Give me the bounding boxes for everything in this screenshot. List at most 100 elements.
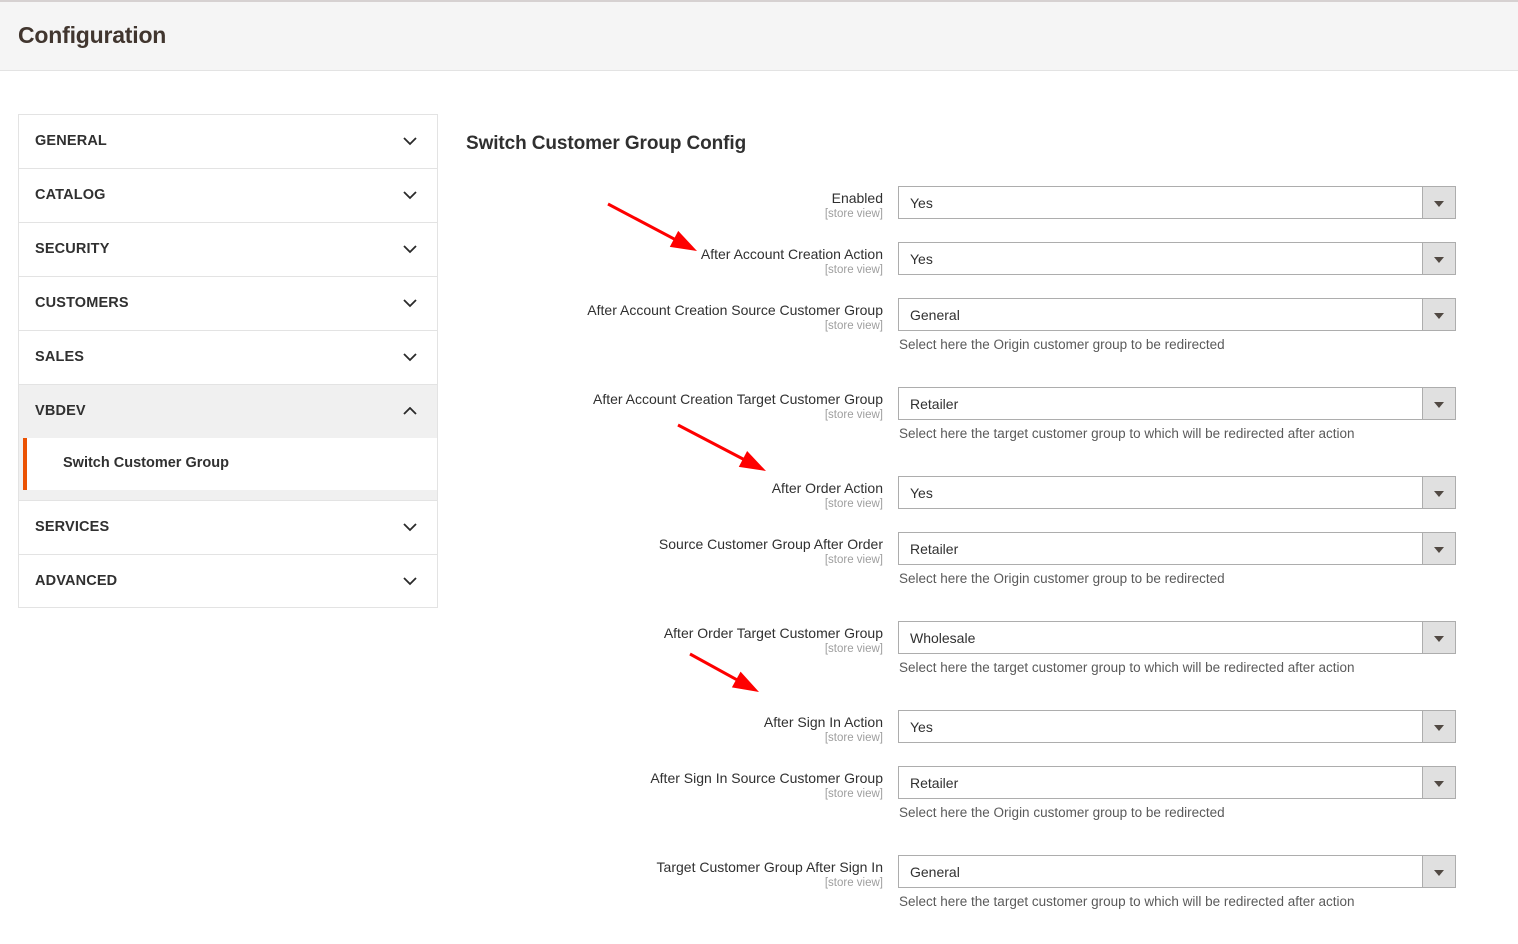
sidebar-section-sales[interactable]: SALES <box>18 330 438 384</box>
triangle-down-glyph <box>1434 725 1444 731</box>
field-label: After Account Creation Action <box>466 242 883 263</box>
field-hint: Select here the target customer group to… <box>899 893 1355 911</box>
select-value: Yes <box>910 250 933 268</box>
sidebar-section-security[interactable]: SECURITY <box>18 222 438 276</box>
field-label: After Sign In Source Customer Group <box>466 766 883 787</box>
field-label-block: After Order Target Customer Group[store … <box>466 621 883 657</box>
field-hint: Select here the target customer group to… <box>899 659 1355 677</box>
sidebar-section-general[interactable]: GENERAL <box>18 114 438 168</box>
field-label: Target Customer Group After Sign In <box>466 855 883 876</box>
field-row-after-order-action: After Order Action[store view] Yes <box>466 476 1476 524</box>
sidebar-subitems-vbdev: Switch Customer Group <box>18 438 438 500</box>
select-after-account-creation-action[interactable]: Yes <box>898 242 1456 275</box>
dropdown-arrow-icon[interactable] <box>1422 767 1455 798</box>
chevron-down-icon <box>403 299 417 308</box>
field-label: After Account Creation Source Customer G… <box>466 298 883 319</box>
sidebar-section-customers[interactable]: CUSTOMERS <box>18 276 438 330</box>
select-after-account-creation-source-customer-group[interactable]: General <box>898 298 1456 331</box>
field-label-block: After Sign In Action[store view] <box>466 710 883 746</box>
dropdown-arrow-icon[interactable] <box>1422 856 1455 887</box>
sidebar-item-switch-customer-group[interactable]: Switch Customer Group <box>23 438 437 490</box>
field-scope-label: [store view] <box>466 553 883 568</box>
field-row-after-sign-in-source-customer-group: After Sign In Source Customer Group[stor… <box>466 766 1476 847</box>
chevron-down-icon <box>403 137 417 146</box>
dropdown-arrow-icon[interactable] <box>1422 187 1455 218</box>
field-scope-label: [store view] <box>466 263 883 278</box>
field-row-after-account-creation-action: After Account Creation Action[store view… <box>466 242 1476 290</box>
dropdown-arrow-icon[interactable] <box>1422 533 1455 564</box>
select-after-account-creation-target-customer-group[interactable]: Retailer <box>898 387 1456 420</box>
chevron-down-icon <box>403 523 417 532</box>
chevron-up-icon <box>403 407 417 416</box>
sidebar-section-advanced[interactable]: ADVANCED <box>18 554 438 608</box>
triangle-down-glyph <box>1434 313 1444 319</box>
field-label-block: After Account Creation Target Customer G… <box>466 387 883 423</box>
dropdown-arrow-icon[interactable] <box>1422 622 1455 653</box>
field-label: After Order Action <box>466 476 883 497</box>
select-value: Yes <box>910 484 933 502</box>
sidebar-section-label: CATALOG <box>35 187 106 203</box>
triangle-down-glyph <box>1434 781 1444 787</box>
select-enabled[interactable]: Yes <box>898 186 1456 219</box>
field-scope-label: [store view] <box>466 876 883 891</box>
field-label-block: After Sign In Source Customer Group[stor… <box>466 766 883 802</box>
field-scope-label: [store view] <box>466 408 883 423</box>
field-row-enabled: Enabled[store view]Yes <box>466 186 1476 234</box>
field-label-block: Source Customer Group After Order[store … <box>466 532 883 568</box>
dropdown-arrow-icon[interactable] <box>1422 388 1455 419</box>
triangle-down-glyph <box>1434 491 1444 497</box>
sidebar-section-label: GENERAL <box>35 133 107 149</box>
chevron-down-icon <box>403 353 417 362</box>
select-value: General <box>910 863 960 881</box>
page-header: Configuration <box>0 0 1518 71</box>
field-hint: Select here the Origin customer group to… <box>899 570 1225 588</box>
triangle-down-glyph <box>1434 257 1444 263</box>
select-value: General <box>910 306 960 324</box>
select-value: Retailer <box>910 540 958 558</box>
sidebar-subitem-label: Switch Customer Group <box>63 455 229 471</box>
select-target-customer-group-after-sign-in[interactable]: General <box>898 855 1456 888</box>
dropdown-arrow-icon[interactable] <box>1422 243 1455 274</box>
field-hint: Select here the target customer group to… <box>899 425 1355 443</box>
config-sidebar: GENERAL CATALOG SECURITY CUSTOMERS SALES… <box>18 114 438 608</box>
switch-customer-group-form: Enabled[store view]YesAfter Account Crea… <box>466 186 1476 944</box>
chevron-down-icon <box>403 577 417 586</box>
field-row-source-customer-group-after-order: Source Customer Group After Order[store … <box>466 532 1476 613</box>
field-label-block: Target Customer Group After Sign In[stor… <box>466 855 883 891</box>
sidebar-section-catalog[interactable]: CATALOG <box>18 168 438 222</box>
select-source-customer-group-after-order[interactable]: Retailer <box>898 532 1456 565</box>
dropdown-arrow-icon[interactable] <box>1422 477 1455 508</box>
field-scope-label: [store view] <box>466 642 883 657</box>
sidebar-section-label: SALES <box>35 349 84 365</box>
chevron-down-icon <box>403 191 417 200</box>
select-after-sign-in-action[interactable]: Yes <box>898 710 1456 743</box>
sidebar-section-label: VBDEV <box>35 403 86 419</box>
select-value: Wholesale <box>910 629 975 647</box>
field-hint: Select here the Origin customer group to… <box>899 336 1225 354</box>
field-scope-label: [store view] <box>466 497 883 512</box>
select-after-order-target-customer-group[interactable]: Wholesale <box>898 621 1456 654</box>
field-scope-label: [store view] <box>466 787 883 802</box>
field-scope-label: [store view] <box>466 319 883 334</box>
field-row-target-customer-group-after-sign-in: Target Customer Group After Sign In[stor… <box>466 855 1476 936</box>
sidebar-section-label: SERVICES <box>35 519 109 535</box>
sidebar-section-vbdev[interactable]: VBDEV <box>18 384 438 438</box>
field-scope-label: [store view] <box>466 731 883 746</box>
dropdown-arrow-icon[interactable] <box>1422 711 1455 742</box>
field-label: After Order Target Customer Group <box>466 621 883 642</box>
field-row-after-order-target-customer-group: After Order Target Customer Group[store … <box>466 621 1476 702</box>
triangle-down-glyph <box>1434 870 1444 876</box>
field-scope-label: [store view] <box>466 207 883 222</box>
sidebar-section-services[interactable]: SERVICES <box>18 500 438 554</box>
select-after-order-action[interactable]: Yes <box>898 476 1456 509</box>
field-label: Source Customer Group After Order <box>466 532 883 553</box>
select-value: Yes <box>910 718 933 736</box>
triangle-down-glyph <box>1434 402 1444 408</box>
select-after-sign-in-source-customer-group[interactable]: Retailer <box>898 766 1456 799</box>
field-hint: Select here the Origin customer group to… <box>899 804 1225 822</box>
dropdown-arrow-icon[interactable] <box>1422 299 1455 330</box>
field-label-block: After Order Action[store view] <box>466 476 883 512</box>
chevron-down-icon <box>403 245 417 254</box>
field-label-block: After Account Creation Source Customer G… <box>466 298 883 334</box>
section-title: Switch Customer Group Config <box>466 133 746 155</box>
